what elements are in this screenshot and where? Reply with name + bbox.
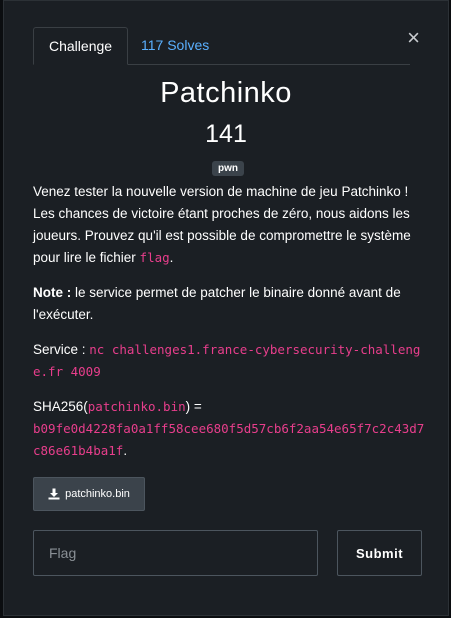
challenge-description: Venez tester la nouvelle version de mach… [33,181,425,475]
download-file-button[interactable]: patchinko.bin [33,477,145,511]
tab-challenge[interactable]: Challenge [33,27,129,65]
sha-hash-code: b09fe0d4228fa0a1ff58cee680f5d57cb6f2aa54… [33,421,425,458]
submit-button[interactable]: Submit [337,530,422,576]
challenge-title: Patchinko [160,77,292,109]
category-tag: pwn [212,161,244,176]
service-paragraph: Service : nc challenges1.france-cybersec… [33,339,425,383]
sha-paragraph: SHA256(patchinko.bin) = b09fe0d4228fa0a1f… [33,396,425,462]
sha-prefix: SHA256( [33,399,88,414]
description-paragraph: Venez tester la nouvelle version de mach… [33,181,425,269]
note-label: Note : [33,285,72,300]
service-command-code: nc challenges1.france-cybersecurity-chal… [33,342,421,379]
sha-file-code: patchinko.bin [87,399,186,414]
tab-solves[interactable]: 117 Solves [126,27,224,64]
sha-end: . [123,443,128,458]
description-end: . [169,250,174,265]
tab-bar: Challenge 117 Solves [33,27,410,65]
note-paragraph: Note : le service permet de patcher le b… [33,282,425,326]
challenge-modal: × Challenge 117 Solves Patchinko 141 pwn… [3,0,449,616]
download-icon [48,488,60,500]
flag-input[interactable] [33,530,318,576]
challenge-points: 141 [205,120,247,148]
description-text: Venez tester la nouvelle version de mach… [33,184,411,265]
flag-filename-code: flag [139,250,170,265]
download-file-label: patchinko.bin [65,488,130,500]
service-label: Service : [33,342,90,357]
sha-mid: ) = [185,399,202,414]
note-text: le service permet de patcher le binaire … [33,285,401,322]
